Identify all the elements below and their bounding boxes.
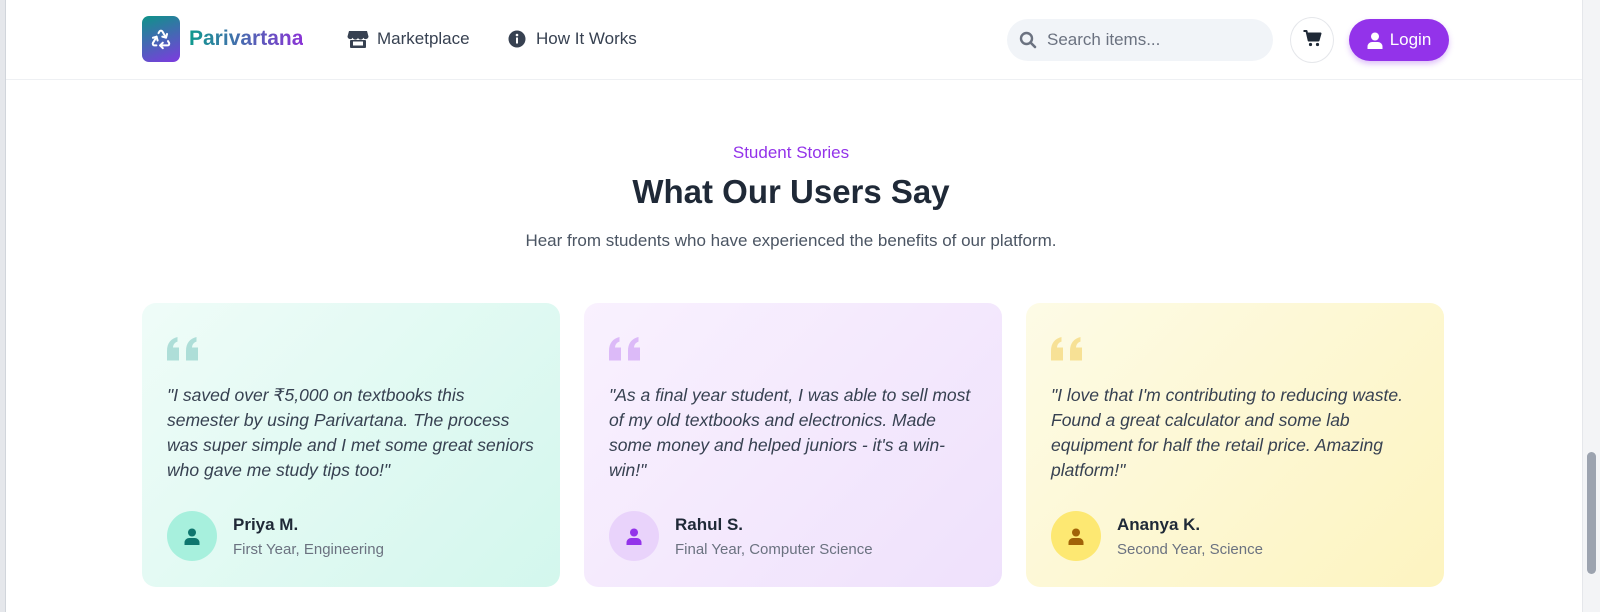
section-title: What Our Users Say [632, 173, 950, 210]
top-navbar: Parivartana Marketplace How It Works Sea… [6, 0, 1582, 80]
avatar [1051, 511, 1101, 561]
testimonial-quote: "I love that I'm contributing to reducin… [1051, 385, 1403, 480]
brand[interactable]: Parivartana [142, 16, 303, 62]
testimonial-author: Ananya K. Second Year, Science [1051, 511, 1263, 561]
testimonial-author: Priya M. First Year, Engineering [167, 511, 384, 561]
section-subtitle: Hear from students who have experienced … [525, 231, 1057, 250]
author-role: First Year, Engineering [233, 540, 384, 558]
testimonial-quote: "I saved over ₹5,000 on textbooks this s… [167, 385, 534, 480]
quote-icon [609, 337, 640, 361]
search-input[interactable] [1047, 30, 1257, 50]
user-icon [1068, 528, 1084, 545]
quote-icon [1051, 337, 1082, 361]
recycle-logo-icon [142, 16, 180, 62]
page-scrollbar[interactable] [1582, 0, 1600, 612]
section-eyebrow: Student Stories [732, 143, 850, 162]
user-icon [1367, 32, 1383, 49]
testimonial-card: "As a final year student, I was able to … [584, 303, 1002, 587]
avatar [609, 511, 659, 561]
nav-how-it-works[interactable]: How It Works [506, 28, 637, 50]
quote-icon [167, 337, 198, 361]
testimonial-author: Rahul S. Final Year, Computer Science [609, 511, 873, 561]
author-name: Priya M. [233, 514, 299, 534]
testimonial-card: "I saved over ₹5,000 on textbooks this s… [142, 303, 560, 587]
user-icon [626, 528, 642, 545]
nav-marketplace[interactable]: Marketplace [347, 28, 470, 50]
search-bar [1007, 19, 1273, 61]
nav-marketplace-label: Marketplace [377, 29, 470, 48]
author-name: Rahul S. [675, 514, 744, 534]
author-role: Second Year, Science [1117, 540, 1263, 558]
testimonial-card: "I love that I'm contributing to reducin… [1026, 303, 1444, 587]
user-icon [184, 528, 200, 545]
cart-button[interactable] [1290, 17, 1334, 63]
login-button[interactable]: Login [1349, 19, 1449, 61]
login-label: Login [1389, 30, 1432, 49]
author-role: Final Year, Computer Science [675, 540, 873, 558]
avatar [167, 511, 217, 561]
info-circle-icon [506, 28, 528, 50]
store-icon [347, 28, 369, 50]
cart-icon [1303, 30, 1322, 50]
author-name: Ananya K. [1117, 514, 1201, 534]
brand-name: Parivartana [189, 27, 304, 50]
scrollbar-thumb[interactable] [1587, 452, 1596, 574]
nav-how-it-works-label: How It Works [536, 29, 637, 48]
window-frame-left [0, 0, 6, 612]
search-icon [1019, 31, 1037, 49]
testimonial-quote: "As a final year student, I was able to … [609, 385, 971, 480]
